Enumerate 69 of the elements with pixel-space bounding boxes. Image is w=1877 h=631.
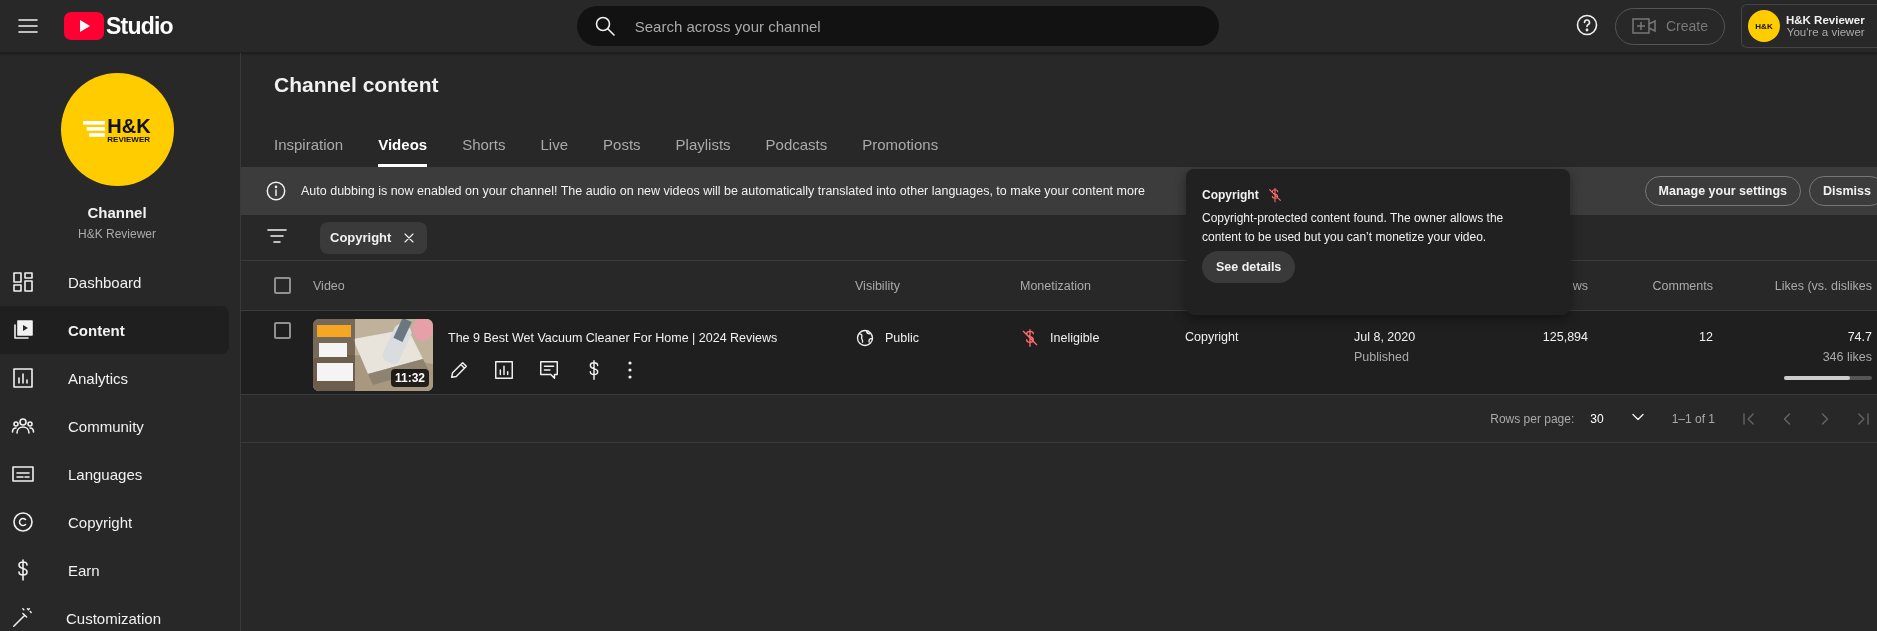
dashboard-icon [11, 270, 35, 294]
comment-icon [538, 359, 560, 381]
table-cell-text: Jul 8, 2020 [1354, 330, 1417, 344]
rows-per-page-label: Rows per page: [1490, 411, 1575, 426]
video-title[interactable]: The 9 Best Wet Vacuum Cleaner For Home | 2024 Reviews [448, 331, 778, 345]
table-cell-text: Copyright [1185, 330, 1240, 344]
logo-subtext: REVIEWER [107, 135, 151, 144]
search-field[interactable]: Search across your channel [576, 6, 1219, 46]
channel-name: H&K Reviewer [78, 227, 156, 241]
tab[interactable]: Shorts [462, 113, 506, 167]
duration-badge: 11:32 [390, 369, 429, 387]
banner-text: Auto dubbing is now enabled on your channel! The audio on new videos will be automatically translated into other languages, to make your content more [301, 184, 1146, 198]
no-dollar-icon [1266, 187, 1283, 203]
globe-icon [855, 328, 875, 348]
page-title: Channel content [273, 72, 440, 98]
page-range: 1–1 of 1 [1671, 411, 1715, 426]
magic-wand-icon [11, 607, 33, 629]
tab[interactable]: Inspiration [274, 113, 344, 167]
no-dollar-icon [1020, 328, 1040, 348]
table-cell-text: 12 [1698, 330, 1713, 344]
checkbox[interactable] [274, 322, 291, 339]
likes-count: 346 likes [1821, 350, 1872, 364]
date-status: Published [1354, 350, 1410, 364]
sidebar-item[interactable]: Analytics [0, 354, 229, 402]
copyright-icon [11, 510, 35, 534]
bar-chart-icon [493, 359, 515, 381]
add-video-icon [1631, 16, 1656, 36]
tab[interactable]: Playlists [675, 113, 731, 167]
channel-avatar: H&K [1748, 10, 1780, 42]
sidebar-item[interactable]: Languages [0, 450, 229, 498]
tab[interactable]: Promotions [862, 113, 939, 167]
table-cell-text: 125,894 [1541, 330, 1588, 344]
see-details-button[interactable]: See details [1202, 251, 1296, 283]
sidebar-item[interactable]: Customization [0, 594, 229, 631]
column-header[interactable]: Comments [1588, 278, 1713, 293]
column-header[interactable]: Likes (vs. dislikes [1713, 278, 1872, 293]
channel-title: Channel [87, 204, 147, 221]
tab[interactable]: Posts [603, 113, 641, 167]
filter-chip[interactable]: Copyright [320, 221, 428, 254]
channel-avatar[interactable]: H&K REVIEWER [60, 73, 174, 186]
video-library-icon [11, 318, 35, 342]
studio-logo[interactable]: Studio [64, 12, 173, 40]
sidebar-item[interactable]: Community [0, 402, 229, 450]
info-icon [265, 180, 287, 202]
column-header[interactable]: Visibility [855, 278, 1020, 293]
bar-chart-icon [11, 366, 35, 390]
checkbox[interactable] [274, 277, 291, 294]
sidebar-item[interactable]: Content [0, 306, 229, 354]
account-name: H&K Reviewer [1786, 14, 1865, 26]
tab[interactable]: Podcasts [765, 113, 828, 167]
stripes-icon [83, 121, 106, 138]
account-card[interactable]: H&K H&K Reviewer You're a viewer [1741, 4, 1877, 48]
column-header[interactable]: Video [313, 278, 855, 293]
table-cell-text: 74.7 [1846, 330, 1872, 344]
help-icon [1574, 12, 1599, 37]
popup-text: Copyright-protected content found. The owner allows the content to be used but you can’t monetize your video. [1202, 210, 1505, 246]
table-cell: Ineligible [1050, 331, 1100, 345]
sidebar-item[interactable]: Dashboard [0, 258, 229, 306]
table-cell: Public [885, 331, 920, 345]
rows-per-page-value[interactable]: 30 [1590, 411, 1604, 426]
logo-text: H&K [107, 115, 151, 136]
pencil-icon [448, 359, 470, 381]
more-icon [628, 361, 632, 379]
account-role: You're a viewer [1786, 26, 1865, 38]
popup-title: Copyright [1202, 188, 1259, 202]
tab[interactable]: Live [540, 113, 569, 167]
sidebar-item[interactable]: Earn [0, 546, 229, 594]
sidebar-item[interactable]: Copyright [0, 498, 229, 546]
column-header[interactable]: Monetization [1020, 278, 1185, 293]
